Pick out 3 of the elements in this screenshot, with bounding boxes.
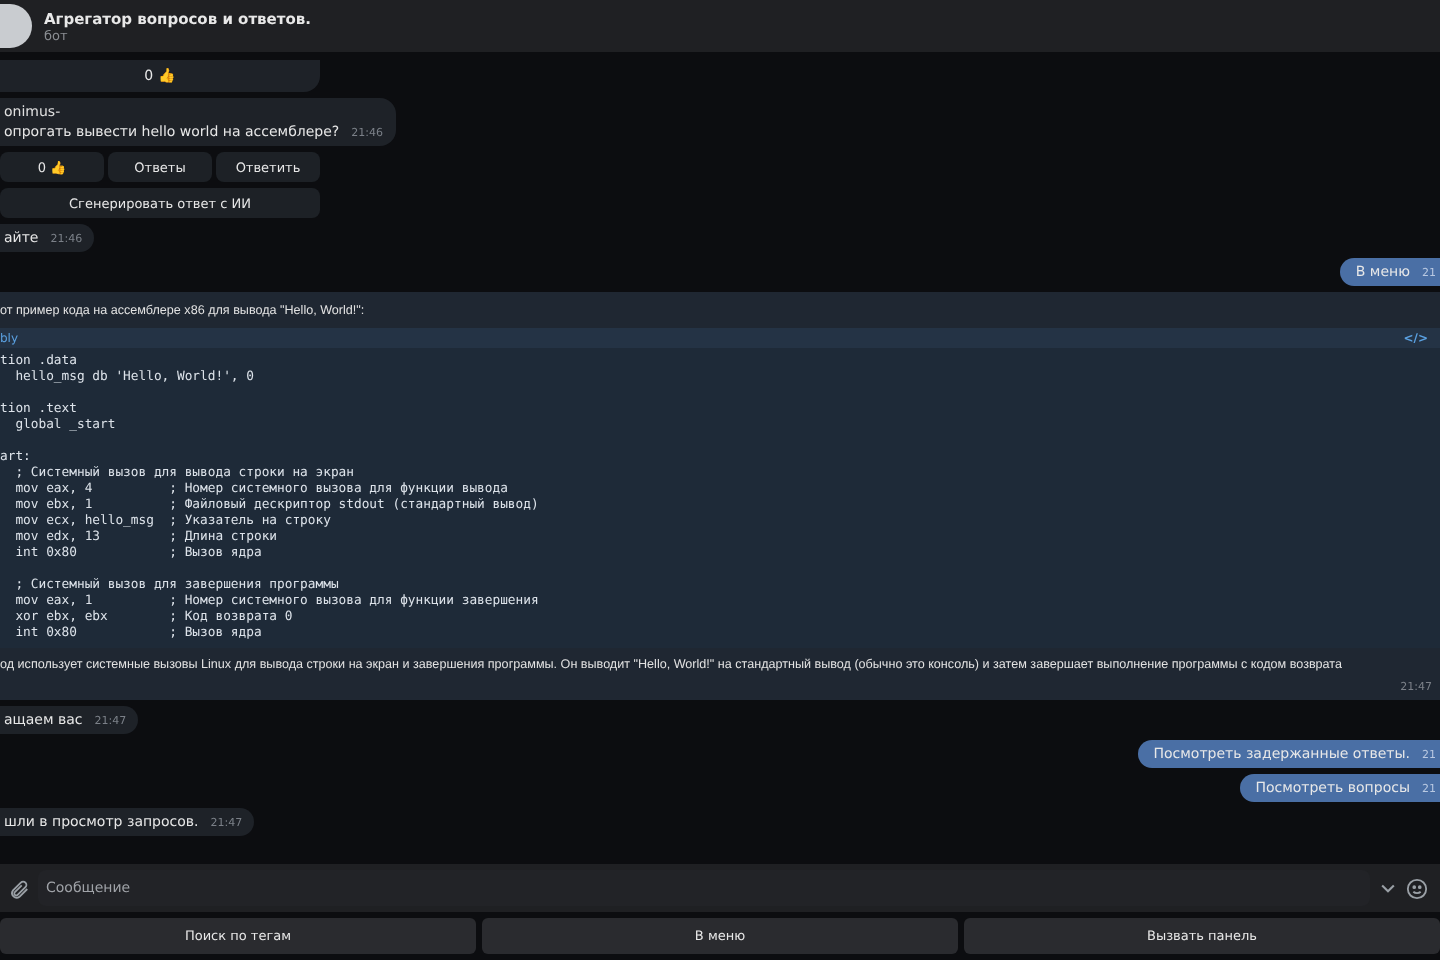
avatar[interactable] xyxy=(0,4,32,48)
paperclip-icon[interactable] xyxy=(8,877,30,899)
emoji-icon[interactable] xyxy=(1406,877,1428,899)
